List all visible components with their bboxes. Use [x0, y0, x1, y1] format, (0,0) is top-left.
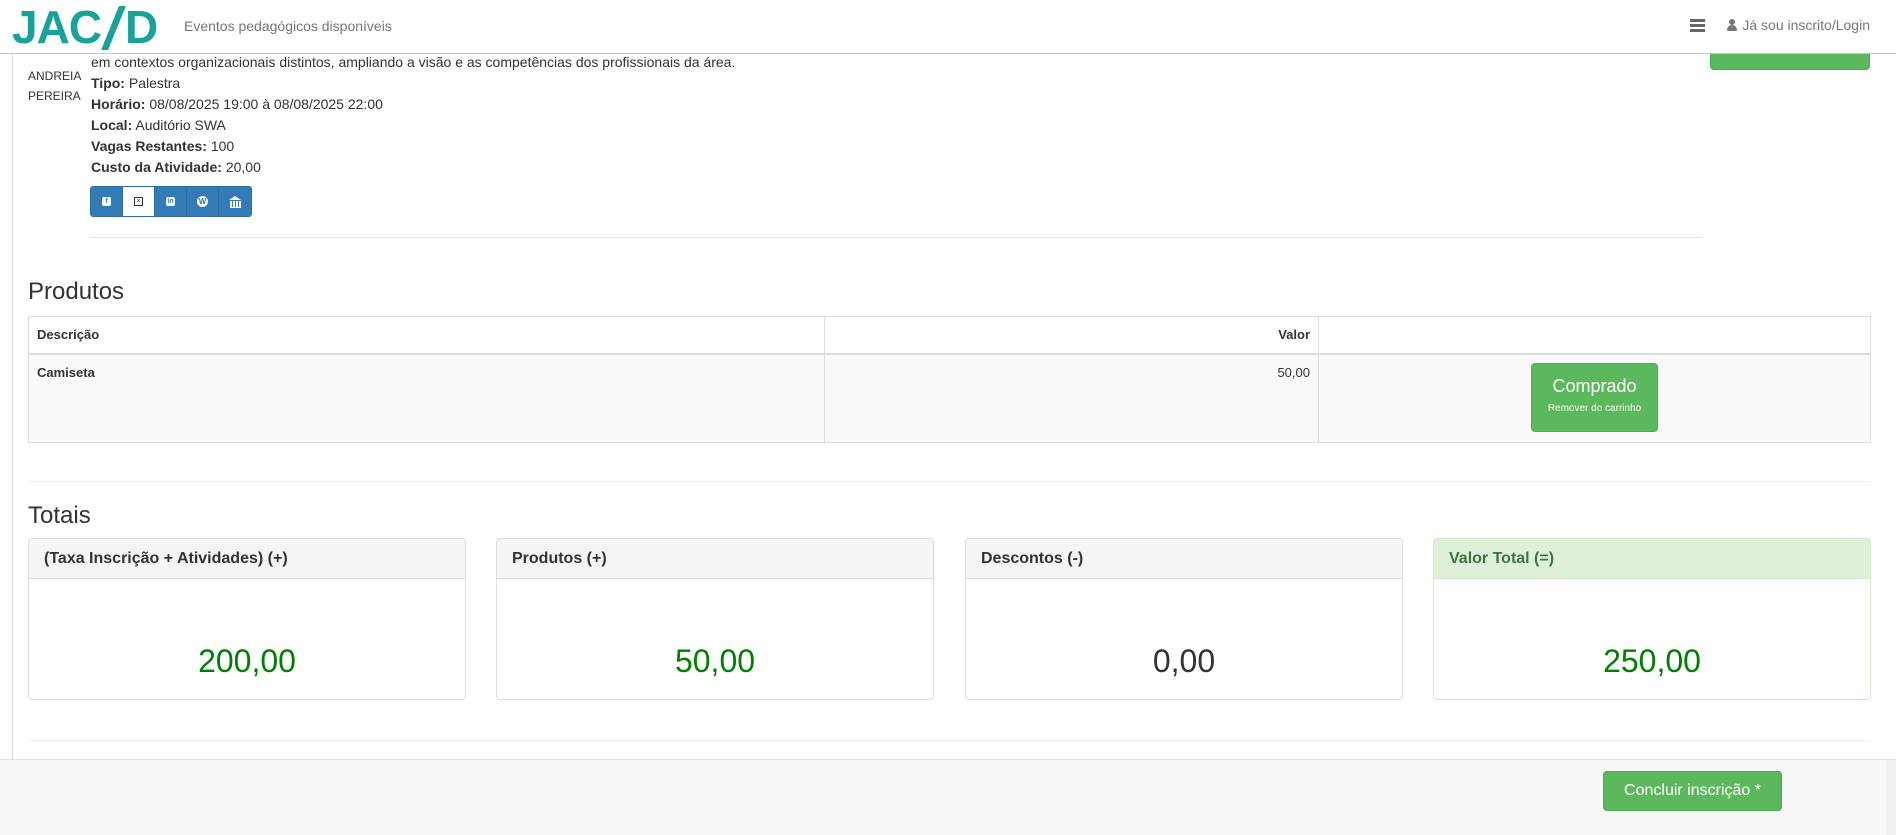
list-icon[interactable]	[1690, 18, 1706, 32]
product-value: 50,00	[824, 353, 1319, 443]
products-total-label: Produtos (+)	[497, 539, 933, 579]
jacad-logo[interactable]: JAC D	[12, 1, 158, 53]
header-description: Descrição	[28, 316, 825, 355]
content-left-border	[12, 54, 13, 759]
remove-from-cart-label: Remover do carrinho	[1547, 402, 1642, 414]
products-total-panel: Produtos (+) 50,00	[496, 538, 934, 700]
products-table: Descrição Valor Camiseta 50,00 Comprado …	[28, 316, 1871, 443]
activity-schedule: Horário: 08/08/2025 19:00 à 08/08/2025 2…	[91, 96, 383, 112]
user-icon	[1727, 19, 1738, 31]
discounts-value: 0,00	[1152, 643, 1216, 679]
wordpress-icon: W	[197, 196, 208, 207]
share-facebook-button[interactable]: f	[91, 187, 123, 216]
login-link[interactable]: Já sou inscrito/Login	[1727, 17, 1870, 33]
share-button-group: f × in W	[90, 186, 252, 217]
nav-right: Já sou inscrito/Login	[1690, 17, 1870, 33]
speaker-last-name: PEREIRA	[28, 89, 81, 103]
bought-label: Comprado	[1552, 375, 1637, 396]
grand-total-panel: Valor Total (=) 250,00	[1433, 538, 1871, 700]
product-description: Camiseta	[28, 353, 825, 443]
bought-remove-button[interactable]: Comprado Remover do carrinho	[1531, 362, 1658, 432]
products-total-value: 50,00	[674, 643, 756, 679]
activity-type: Tipo: Palestra	[91, 75, 181, 91]
bank-icon	[228, 196, 242, 208]
products-title: Produtos	[28, 278, 125, 305]
conclude-registration-button[interactable]: Concluir inscrição *	[1603, 771, 1782, 811]
discounts-panel: Descontos (-) 0,00	[965, 538, 1403, 700]
grand-total-value: 250,00	[1603, 643, 1701, 679]
logo-slash-mark	[101, 4, 125, 50]
divider	[90, 237, 1702, 238]
divider	[28, 740, 1871, 741]
footer-bar: Concluir inscrição *	[0, 759, 1896, 835]
header-action	[1318, 316, 1871, 355]
activity-remaining-seats: Vagas Restantes: 100	[91, 138, 235, 154]
product-action-cell: Comprado Remover do carrinho	[1318, 353, 1871, 443]
speaker-name: ANDREIA PEREIRA	[28, 66, 81, 106]
speaker-first-name: ANDREIA	[28, 69, 82, 83]
registration-fee-value: 200,00	[198, 643, 296, 679]
registration-fee-panel: (Taxa Inscrição + Atividades) (+) 200,00	[28, 538, 466, 700]
facebook-icon: f	[102, 197, 111, 206]
scrollbar-track[interactable]	[1886, 760, 1896, 835]
totals-title: Totais	[28, 502, 91, 529]
linkedin-icon: in	[166, 197, 175, 206]
x-twitter-icon: ×	[134, 197, 143, 206]
share-linkedin-button[interactable]: in	[155, 187, 187, 216]
logo-text-right: D	[125, 1, 158, 53]
page-subtitle: Eventos pedagógicos disponíveis	[184, 18, 392, 34]
activity-cost: Custo da Atividade: 20,00	[91, 159, 261, 175]
table-row: Camiseta 50,00 Comprado Remover do carri…	[28, 353, 1871, 443]
share-bank-button[interactable]	[219, 187, 251, 216]
top-navbar: JAC D Eventos pedagógicos disponíveis Já …	[0, 0, 1896, 54]
divider	[28, 481, 1871, 482]
share-wordpress-button[interactable]: W	[187, 187, 219, 216]
share-x-button[interactable]: ×	[123, 187, 155, 216]
table-header-row: Descrição Valor	[28, 316, 1871, 355]
header-value: Valor	[824, 316, 1319, 355]
activity-details: em contextos organizacionais distintos, …	[91, 52, 735, 178]
grand-total-label: Valor Total (=)	[1434, 539, 1870, 579]
activity-description: em contextos organizacionais distintos, …	[91, 54, 736, 70]
login-label: Já sou inscrito/Login	[1742, 17, 1870, 33]
registration-fee-label: (Taxa Inscrição + Atividades) (+)	[29, 539, 465, 579]
discounts-label: Descontos (-)	[966, 539, 1402, 579]
logo-text-left: JAC	[12, 1, 102, 53]
activity-location: Local: Auditório SWA	[91, 117, 226, 133]
